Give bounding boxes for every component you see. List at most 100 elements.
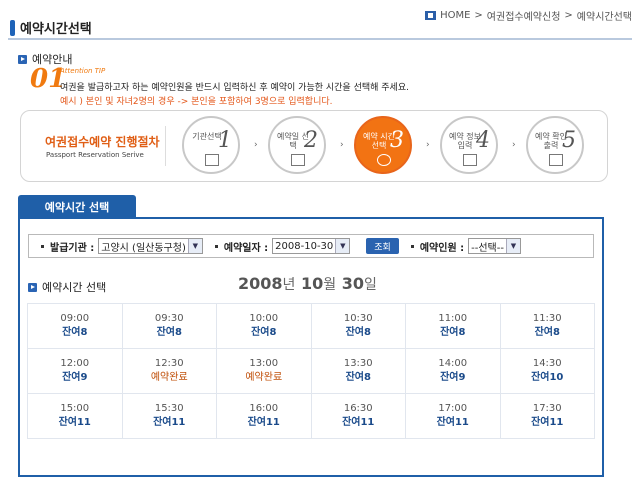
slot-status[interactable]: 잔여10 xyxy=(501,371,595,385)
process-subtitle: Passport Reservation Serive xyxy=(46,151,144,159)
time-slot[interactable]: 15:00 잔여11 xyxy=(27,393,123,439)
slot-status[interactable]: 잔여8 xyxy=(406,326,500,340)
step-arrow-icon: › xyxy=(254,140,258,150)
breadcrumb: HOME > 여권접수예약신청 > 예약시간선택 xyxy=(425,8,632,23)
slot-status[interactable]: 잔여8 xyxy=(312,326,406,340)
agency-select-value: 고양시 (일산동구청) xyxy=(101,242,186,254)
slot-status[interactable]: 잔여8 xyxy=(217,326,311,340)
breadcrumb-current: 예약시간선택 xyxy=(576,12,632,23)
slot-time: 16:00 xyxy=(249,403,279,414)
slot-row: 15:00 잔여11 15:30 잔여11 16:00 잔여11 16:30 잔여11 17:0… xyxy=(27,393,595,439)
step-number: 2 xyxy=(304,128,318,153)
time-slot[interactable]: 09:00 잔여8 xyxy=(27,303,123,349)
slot-time: 15:00 xyxy=(60,403,90,414)
slot-status[interactable]: 잔여11 xyxy=(123,416,217,430)
slot-status[interactable]: 잔여8 xyxy=(123,326,217,340)
building-icon xyxy=(205,154,219,166)
time-slot[interactable]: 17:30 잔여11 xyxy=(499,393,595,439)
slot-status[interactable]: 잔여8 xyxy=(28,326,122,340)
slot-status: 예약완료 xyxy=(150,372,188,383)
slot-time: 15:30 xyxy=(154,403,184,414)
step-2: 예약일 선택 2 xyxy=(268,116,326,174)
time-slot[interactable]: 17:00 잔여11 xyxy=(405,393,501,439)
bullet-dot xyxy=(410,244,414,248)
slot-time: 11:30 xyxy=(532,313,562,324)
time-slot[interactable]: 10:30 잔여8 xyxy=(310,303,406,349)
time-slot[interactable]: 11:30 잔여8 xyxy=(499,303,595,349)
slot-status[interactable]: 잔여11 xyxy=(28,416,122,430)
notice-line-1: 여권을 발급하고자 하는 예약인원을 반드시 입력하신 후 예약이 가능한 시간… xyxy=(60,83,409,93)
step-number: 5 xyxy=(562,128,576,153)
slot-time: 12:00 xyxy=(60,358,90,369)
slot-status[interactable]: 잔여8 xyxy=(501,326,595,340)
step-number: 3 xyxy=(390,128,404,153)
slot-status[interactable]: 잔여11 xyxy=(312,416,406,430)
bullet-arrow-icon xyxy=(18,54,27,64)
slot-status[interactable]: 잔여8 xyxy=(312,371,406,385)
time-slot[interactable]: 15:30 잔여11 xyxy=(121,393,217,439)
title-divider xyxy=(8,38,632,40)
slot-time: 11:00 xyxy=(438,313,468,324)
chevron-down-icon: ▼ xyxy=(187,239,202,253)
schedule-heading-label: 예약시간 선택 xyxy=(42,281,107,294)
slot-status[interactable]: 잔여11 xyxy=(406,416,500,430)
agency-label: 발급기관 : xyxy=(50,242,95,254)
calendar-icon xyxy=(291,154,305,166)
breadcrumb-reservation[interactable]: 여권접수예약신청 xyxy=(487,8,561,23)
process-title: 여권접수예약 진행절차 xyxy=(45,135,160,149)
slot-time: 09:00 xyxy=(60,313,90,324)
slot-time: 09:30 xyxy=(154,313,184,324)
date-month-unit: 월 xyxy=(323,277,337,293)
time-slot[interactable]: 14:00 잔여9 xyxy=(405,348,501,394)
time-slot[interactable]: 12:00 잔여9 xyxy=(27,348,123,394)
filter-bar: 발급기관 : 고양시 (일산동구청) ▼ 예약일자 : 2008-10-30 ▼… xyxy=(28,234,594,258)
tab-time-selection[interactable]: 예약시간 선택 xyxy=(18,195,136,218)
time-slot[interactable]: 16:00 잔여11 xyxy=(216,393,312,439)
selected-date: 2008년 10월 30일 xyxy=(238,274,377,294)
search-button[interactable]: 조회 xyxy=(366,238,399,254)
pencil-icon xyxy=(463,154,477,166)
slot-time: 12:30 xyxy=(154,358,184,369)
slot-time: 10:30 xyxy=(343,313,373,324)
breadcrumb-home[interactable]: HOME xyxy=(440,10,470,21)
agency-select[interactable]: 고양시 (일산동구청) ▼ xyxy=(98,238,203,254)
schedule-heading: 예약시간 선택 xyxy=(28,279,106,295)
date-day-unit: 일 xyxy=(364,277,377,293)
page-title-bar: 예약시간선택 xyxy=(10,18,92,37)
slot-time: 13:00 xyxy=(249,358,279,369)
slot-time: 13:30 xyxy=(343,358,373,369)
count-select-value: --선택-- xyxy=(471,242,504,254)
page-title: 예약시간선택 xyxy=(20,22,92,37)
date-select-value: 2008-10-30 xyxy=(275,240,334,252)
step-4: 예약 정보입력 4 xyxy=(440,116,498,174)
date-select[interactable]: 2008-10-30 ▼ xyxy=(272,238,351,254)
step-3: 예약 시간선택 3 xyxy=(354,116,412,174)
time-slot: 12:30 예약완료 xyxy=(121,348,217,394)
slot-row: 12:00 잔여9 12:30 예약완료 13:00 예약완료 13:30 잔여8 14:00 잔… xyxy=(27,348,595,394)
count-label: 예약인원 : xyxy=(419,242,465,254)
time-slot[interactable]: 13:30 잔여8 xyxy=(310,348,406,394)
slot-status[interactable]: 잔여11 xyxy=(501,416,595,430)
slot-row: 09:00 잔여8 09:30 잔여8 10:00 잔여8 10:30 잔여8 11:00 잔여8… xyxy=(27,303,595,349)
breadcrumb-separator: > xyxy=(564,10,573,21)
slot-status[interactable]: 잔여9 xyxy=(406,371,500,385)
step-number: 4 xyxy=(476,128,490,153)
slot-status[interactable]: 잔여9 xyxy=(28,371,122,385)
count-select[interactable]: --선택-- ▼ xyxy=(468,238,521,254)
alarm-clock-icon xyxy=(377,154,391,166)
slot-status[interactable]: 잔여11 xyxy=(217,416,311,430)
time-slot[interactable]: 11:00 잔여8 xyxy=(405,303,501,349)
time-slot[interactable]: 14:30 잔여10 xyxy=(499,348,595,394)
time-slot: 13:00 예약완료 xyxy=(216,348,312,394)
slot-time: 14:00 xyxy=(438,358,468,369)
date-month: 10 xyxy=(301,274,324,293)
date-label: 예약일자 : xyxy=(223,242,269,254)
date-year: 2008 xyxy=(238,274,283,293)
notice-line-2: 예시 ) 본인 및 자녀2명의 경우 -> 본인을 포함하여 3명으로 입력합니… xyxy=(60,97,333,107)
time-slot[interactable]: 10:00 잔여8 xyxy=(216,303,312,349)
date-year-unit: 년 xyxy=(282,277,296,293)
time-slot[interactable]: 09:30 잔여8 xyxy=(121,303,217,349)
chevron-down-icon: ▼ xyxy=(505,239,520,253)
time-slot[interactable]: 16:30 잔여11 xyxy=(310,393,406,439)
step-5: 예약 확인출력 5 xyxy=(526,116,584,174)
